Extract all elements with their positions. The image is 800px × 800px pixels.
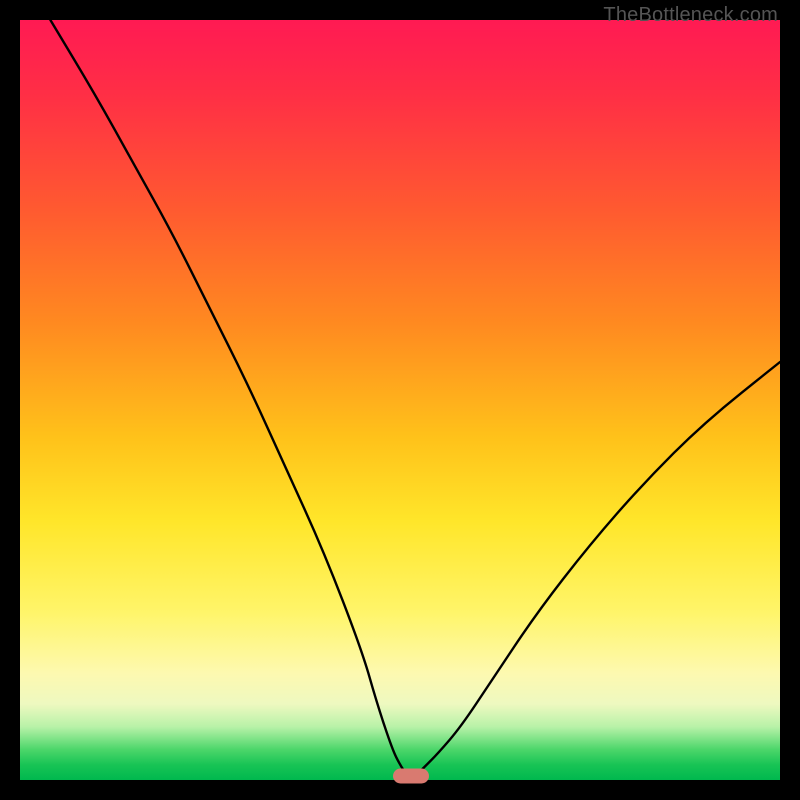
attribution-label: TheBottleneck.com <box>603 4 778 27</box>
bottleneck-curve-path <box>50 20 780 776</box>
optimal-marker <box>393 769 429 784</box>
plot-area <box>20 20 780 780</box>
chart-frame: TheBottleneck.com <box>0 0 800 800</box>
curve-svg <box>20 20 780 780</box>
